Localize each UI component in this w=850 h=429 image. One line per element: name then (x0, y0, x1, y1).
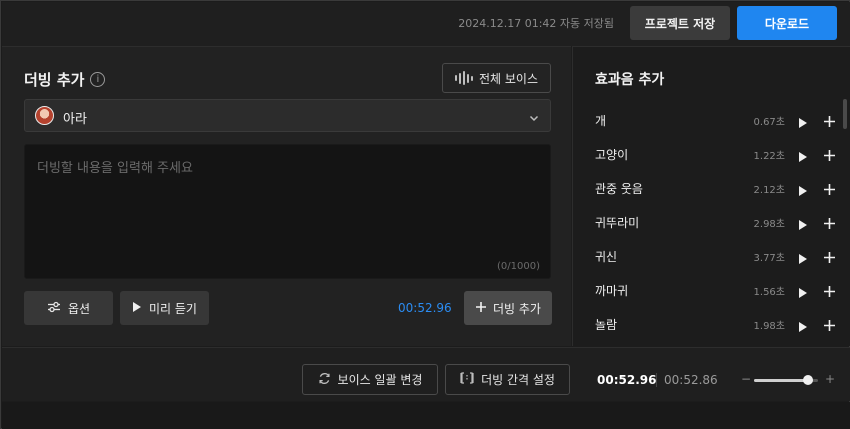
play-icon[interactable] (798, 148, 808, 167)
sfx-name: 놀람 (595, 317, 618, 332)
sfx-duration: 2.98초 (753, 218, 785, 230)
sfx-name: 귀신 (595, 249, 618, 264)
footer-strip (2, 402, 850, 429)
plus-icon[interactable] (823, 283, 836, 302)
zoom-fill (754, 379, 809, 382)
play-icon[interactable] (798, 114, 808, 133)
bottom-bar: 보이스 일괄 변경 더빙 간격 설정 00:52.96 00:52.86 − + (2, 347, 850, 401)
plus-icon[interactable] (823, 147, 836, 166)
autosave-status: 2024.12.17 01:42 자동 저장됨 (458, 17, 614, 30)
dub-title-row: 더빙 추가 i (24, 69, 106, 90)
interval-label: 더빙 간격 설정 (481, 373, 555, 387)
plus-icon[interactable] (823, 317, 836, 336)
play-icon[interactable] (798, 250, 808, 269)
interval-icon (460, 372, 474, 387)
total-time: 00:52.86 (664, 373, 718, 387)
list-item: 고양이 1.22초 (595, 137, 840, 171)
chevron-down-icon (528, 109, 540, 128)
current-time: 00:52.96 (597, 373, 657, 387)
options-label: 옵션 (67, 301, 91, 316)
sfx-name: 귀뚜라미 (595, 215, 640, 230)
sfx-name: 고양이 (595, 147, 629, 162)
zoom-slider[interactable] (754, 375, 818, 385)
dub-interval-button[interactable]: 더빙 간격 설정 (445, 364, 570, 395)
zoom-in-button[interactable]: + (825, 372, 835, 386)
waveform-icon (454, 71, 473, 85)
sfx-duration: 2.12초 (753, 184, 785, 196)
sfx-name: 관중 웃음 (595, 181, 643, 196)
batch-voice-label: 보이스 일괄 변경 (337, 373, 423, 387)
sfx-duration: 0.67초 (753, 116, 785, 128)
sfx-list: 개 0.67초 고양이 1.22초 관중 웃음 2.12초 귀뚜라미 2.98초 (595, 103, 840, 341)
play-icon[interactable] (798, 318, 808, 337)
sfx-duration: 1.22초 (753, 150, 785, 162)
list-item: 귀신 3.77초 (595, 239, 840, 273)
options-button[interactable]: 옵션 (24, 291, 113, 325)
plus-icon[interactable] (823, 249, 836, 268)
all-voice-button[interactable]: 전체 보이스 (442, 63, 551, 93)
play-icon[interactable] (798, 284, 808, 303)
download-button[interactable]: 다운로드 (737, 6, 837, 40)
time-separator (656, 373, 657, 387)
char-count: (0/1000) (497, 261, 540, 272)
all-voice-label: 전체 보이스 (478, 71, 538, 86)
sfx-name: 개 (595, 113, 607, 128)
sfx-name: 까마귀 (595, 283, 629, 298)
list-item: 관중 웃음 2.12초 (595, 171, 840, 205)
add-dub-label: 더빙 추가 (493, 301, 541, 316)
plus-icon[interactable] (823, 181, 836, 200)
sfx-scrollbar[interactable] (843, 99, 847, 129)
preview-label: 미리 듣기 (149, 301, 197, 316)
sfx-panel: 효과음 추가 개 0.67초 고양이 1.22초 관중 웃음 2.12초 귀뚜라… (572, 46, 850, 346)
preview-button[interactable]: 미리 듣기 (120, 291, 209, 325)
play-icon[interactable] (798, 216, 808, 235)
plus-icon (475, 301, 487, 316)
list-item: 놀람 1.98초 (595, 307, 840, 341)
sfx-duration: 1.56초 (753, 286, 785, 298)
dub-text-input[interactable]: 더빙할 내용을 입력해 주세요 (0/1000) (24, 144, 551, 279)
list-item: 개 0.67초 (595, 103, 840, 137)
sfx-title: 효과음 추가 (595, 72, 665, 88)
sfx-duration: 3.77초 (753, 252, 785, 264)
batch-voice-change-button[interactable]: 보이스 일괄 변경 (302, 364, 438, 395)
dub-panel: 더빙 추가 i 전체 보이스 아라 더빙할 내용을 입력해 주세요 (0/100… (2, 46, 571, 346)
plus-icon[interactable] (823, 113, 836, 132)
top-bar: 2024.12.17 01:42 자동 저장됨 프로젝트 저장 다운로드 (2, 2, 850, 46)
sfx-duration: 1.98초 (753, 320, 785, 332)
refresh-icon (318, 372, 331, 388)
zoom-handle[interactable] (803, 375, 814, 385)
info-icon[interactable]: i (90, 72, 106, 87)
dub-title: 더빙 추가 (24, 71, 85, 89)
dub-text-placeholder: 더빙할 내용을 입력해 주세요 (37, 161, 193, 176)
voice-select[interactable]: 아라 (24, 99, 551, 132)
add-dub-button[interactable]: 더빙 추가 (464, 291, 552, 325)
avatar (35, 106, 54, 125)
save-project-button[interactable]: 프로젝트 저장 (630, 6, 730, 40)
dub-duration: 00:52.96 (398, 301, 452, 315)
list-item: 까마귀 1.56초 (595, 273, 840, 307)
play-icon[interactable] (798, 182, 808, 201)
sliders-icon (47, 301, 61, 316)
voice-name: 아라 (63, 112, 87, 127)
plus-icon[interactable] (823, 215, 836, 234)
zoom-out-button[interactable]: − (741, 372, 751, 386)
play-icon (132, 301, 142, 316)
app-window: 2024.12.17 01:42 자동 저장됨 프로젝트 저장 다운로드 더빙 … (0, 0, 850, 429)
list-item: 귀뚜라미 2.98초 (595, 205, 840, 239)
